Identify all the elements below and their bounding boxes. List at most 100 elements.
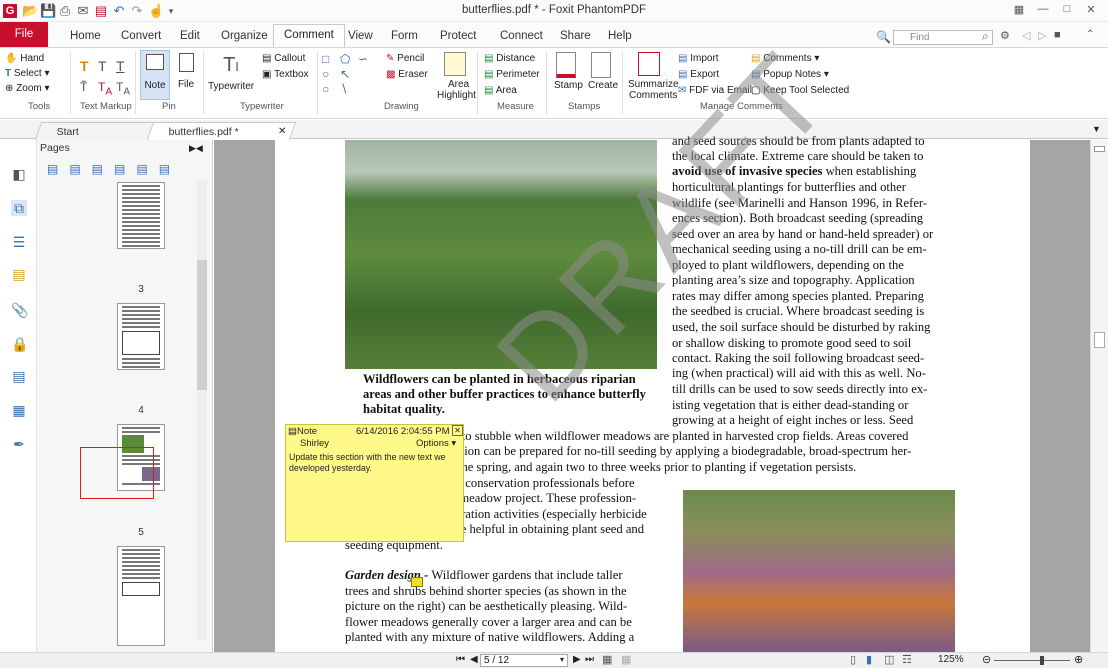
summarize-comments-icon[interactable] xyxy=(638,52,660,76)
current-view-rectangle[interactable] xyxy=(80,447,154,499)
zoom-in-icon[interactable]: ⊕ xyxy=(1074,653,1083,666)
security-lock-icon[interactable]: 🔒 xyxy=(11,336,28,352)
facing-page-icon[interactable]: ◫ xyxy=(884,653,894,666)
create-stamp-label[interactable]: Create xyxy=(588,80,618,91)
area-highlight-label-1[interactable]: Area xyxy=(448,79,469,90)
tab-comment[interactable]: Comment xyxy=(273,24,345,48)
eraser-button[interactable]: ▩ Eraser xyxy=(386,69,428,80)
hand-tool[interactable]: ✋ Hand xyxy=(5,53,44,64)
oval-icon[interactable]: ○ xyxy=(322,67,329,81)
comments-panel-icon[interactable]: ▤ xyxy=(11,266,27,282)
forward-icon[interactable]: ▷ xyxy=(1038,29,1046,42)
tab-edit[interactable]: Edit xyxy=(180,30,200,42)
close-tab-icon[interactable]: ✕ xyxy=(278,126,286,137)
polygon-icon[interactable]: ⬠ xyxy=(340,52,350,66)
first-page-button[interactable]: ⏮ xyxy=(456,654,468,665)
note-popup[interactable]: ▤Note 6/14/2016 2:04:55 PM ✕ Shirley Opt… xyxy=(285,424,464,542)
tab-convert[interactable]: Convert xyxy=(121,30,161,42)
summarize-label-2[interactable]: Comments xyxy=(629,90,677,101)
pencil-button[interactable]: ✎ Pencil xyxy=(386,53,424,64)
scroll-thumb[interactable] xyxy=(1094,332,1105,348)
panel-toggle-icon[interactable]: ◧ xyxy=(11,166,27,182)
tab-butterflies[interactable]: butterflies.pdf * xyxy=(146,122,297,140)
destinations-icon[interactable]: ▤ xyxy=(11,368,27,384)
page-thumbnail[interactable] xyxy=(117,303,165,370)
attachment-icon[interactable]: 📎 xyxy=(11,302,28,318)
continuous-facing-icon[interactable]: ☶ xyxy=(902,653,912,666)
summarize-label-1[interactable]: Summarize xyxy=(628,79,679,90)
panel-scrollbar[interactable] xyxy=(197,180,207,640)
rectangle-icon[interactable]: □ xyxy=(322,52,329,66)
single-page-icon[interactable]: ▯ xyxy=(850,653,856,666)
panel-options-icon[interactable]: ▶◀ xyxy=(189,143,203,154)
close-icon[interactable]: ✕ xyxy=(1082,3,1100,19)
arrow-icon[interactable]: ↖ xyxy=(340,67,350,81)
page-tools-toolbar[interactable]: ▤▤▤▤▤▤ xyxy=(47,162,181,176)
layers-icon[interactable]: ☰ xyxy=(11,234,27,250)
callout-button[interactable]: ▤ Callout xyxy=(262,53,305,64)
pages-icon[interactable]: ⧉ xyxy=(11,200,27,216)
note-button[interactable]: Note xyxy=(140,50,170,100)
create-stamp-icon[interactable] xyxy=(591,52,611,78)
search-input[interactable]: Find xyxy=(893,30,993,45)
zoom-slider[interactable] xyxy=(994,660,1070,661)
note-body-line[interactable]: developed yesterday. xyxy=(289,463,372,474)
highlight-text-icon[interactable]: T xyxy=(80,58,89,74)
continuous-page-icon[interactable]: ▮ xyxy=(866,653,872,666)
fields-icon[interactable]: ▦ xyxy=(11,402,27,418)
layout-icon[interactable]: ▦ xyxy=(1010,3,1028,19)
minimize-icon[interactable]: — xyxy=(1034,3,1052,19)
perimeter-button[interactable]: ▤ Perimeter xyxy=(484,69,540,80)
zoom-tool[interactable]: ⊕ Zoom ▾ xyxy=(5,83,50,94)
tab-connect[interactable]: Connect xyxy=(500,30,543,42)
tab-home[interactable]: Home xyxy=(70,30,101,42)
note-body-line[interactable]: Update this section with the new text we xyxy=(289,452,445,463)
note-close-icon[interactable]: ✕ xyxy=(452,425,463,436)
page-thumbnail[interactable] xyxy=(117,182,165,249)
strikeout-text-icon[interactable]: T xyxy=(98,58,107,74)
file-attach-button[interactable]: File xyxy=(175,50,197,100)
tab-organize[interactable]: Organize xyxy=(221,30,268,42)
page-thumbnail[interactable] xyxy=(117,546,165,646)
next-page-button[interactable]: ▶ xyxy=(573,654,581,665)
line-icon[interactable]: ∖ xyxy=(340,82,348,96)
search-icon[interactable]: ⌕ xyxy=(982,29,989,44)
area-highlight-label-2[interactable]: Highlight xyxy=(437,90,476,101)
stamp-label[interactable]: Stamp xyxy=(554,80,583,91)
tab-list-icon[interactable]: ▼ xyxy=(1092,124,1101,134)
restore-icon[interactable]: □ xyxy=(1058,3,1076,19)
next-view-icon[interactable]: ▦ xyxy=(621,653,631,666)
distance-button[interactable]: ▤ Distance xyxy=(484,53,535,64)
area-measure-button[interactable]: ▤ Area xyxy=(484,85,517,96)
tab-view[interactable]: View xyxy=(348,30,373,42)
zoom-out-icon[interactable]: ⊝ xyxy=(982,653,991,666)
tab-form[interactable]: Form xyxy=(391,30,418,42)
prev-page-button[interactable]: ◀ xyxy=(470,654,478,665)
area-highlight-icon[interactable] xyxy=(444,52,466,76)
polyline-icon[interactable]: ○ xyxy=(322,82,329,96)
tab-share[interactable]: Share xyxy=(560,30,591,42)
zoom-level[interactable]: 125% xyxy=(938,654,964,665)
select-tool[interactable]: T Select ▾ xyxy=(5,68,50,79)
page-number-input[interactable]: 5 / 12 ▾ xyxy=(480,654,568,667)
cloud-icon[interactable]: ∽ xyxy=(358,52,368,66)
tags-icon[interactable]: ✒ xyxy=(11,436,27,452)
insert-text-icon[interactable]: TA xyxy=(116,80,130,97)
tab-start[interactable]: Start xyxy=(34,122,154,140)
gear-icon[interactable]: ⚙ xyxy=(1000,29,1010,42)
squiggly-text-icon[interactable]: T̃ xyxy=(80,80,87,94)
tab-protect[interactable]: Protect xyxy=(440,30,476,42)
previous-view-icon[interactable]: ▦ xyxy=(602,653,612,666)
collapse-ribbon-icon[interactable]: ⌃ xyxy=(1086,29,1094,40)
note-options-dropdown[interactable]: Options ▾ xyxy=(416,438,456,449)
typewriter-icon[interactable]: TI xyxy=(208,54,254,77)
replace-text-icon[interactable]: TA xyxy=(98,80,112,97)
account-icon[interactable]: ■ xyxy=(1054,29,1061,41)
zoom-slider-thumb[interactable] xyxy=(1040,656,1044,665)
import-button[interactable]: ▤ Import xyxy=(678,53,719,64)
last-page-button[interactable]: ⏭ xyxy=(585,654,594,665)
textbox-button[interactable]: ▣ Textbox xyxy=(262,69,309,80)
back-icon[interactable]: ◁ xyxy=(1022,29,1030,42)
stamp-icon[interactable] xyxy=(556,52,576,78)
tab-file[interactable]: File xyxy=(0,22,48,47)
